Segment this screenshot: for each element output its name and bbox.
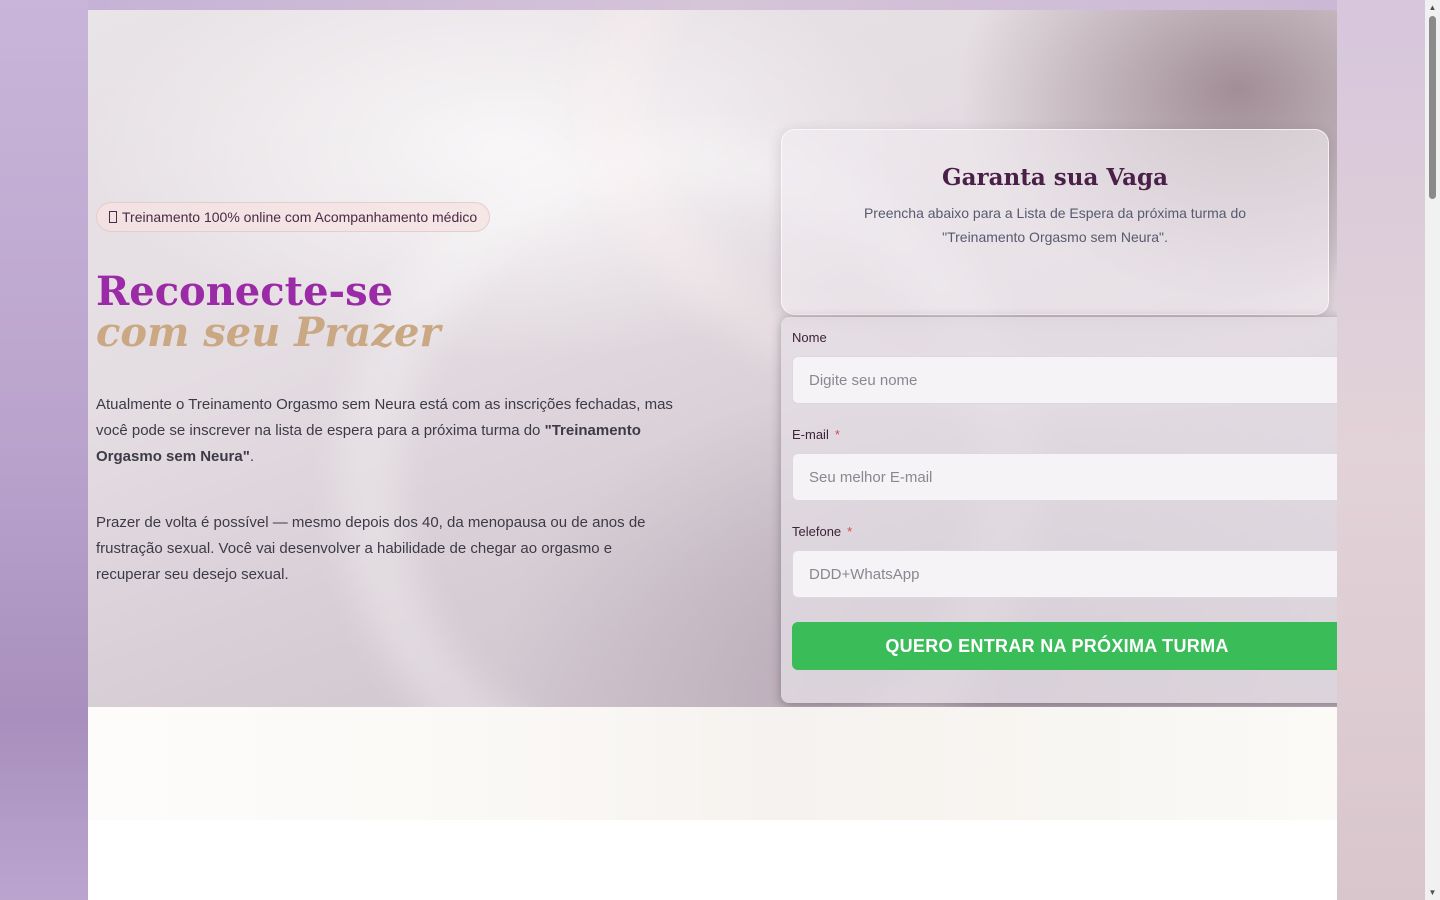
phone-label-text: Telefone <box>792 524 842 539</box>
page-background-right <box>1337 0 1425 900</box>
name-field[interactable] <box>792 356 1337 404</box>
signup-card-subtitle: Preencha abaixo para a Lista de Espera d… <box>863 205 1247 245</box>
signup-card-header: Garanta sua Vaga Preencha abaixo para a … <box>781 129 1329 315</box>
email-label-text: E-mail <box>792 427 829 442</box>
paragraph-end: . <box>249 448 255 465</box>
hero-title-line2: com seu Prazer <box>96 309 441 356</box>
email-field[interactable] <box>792 453 1337 501</box>
page-background-top <box>88 0 1337 10</box>
section-divider-strip <box>88 707 1337 820</box>
email-field-label: E-mail * <box>792 427 840 442</box>
required-asterisk: * <box>847 524 853 539</box>
badge-text: Treinamento 100% online com Acompanhamen… <box>122 209 478 225</box>
name-field-label: Nome <box>792 330 827 345</box>
required-asterisk: * <box>834 427 840 442</box>
signup-card-title: Garanta sua Vaga <box>941 164 1169 191</box>
online-training-badge: Treinamento 100% online com Acompanhamen… <box>96 202 491 232</box>
next-section <box>88 820 1337 900</box>
scroll-up-arrow-icon[interactable]: ▲ <box>1425 0 1440 15</box>
waitlist-form: Nome E-mail * Telefone * QUERO ENTRAR NA P… <box>781 317 1337 703</box>
phone-field[interactable] <box>792 550 1337 598</box>
vertical-scrollbar[interactable]: ▲ ▼ <box>1425 0 1440 900</box>
scroll-down-arrow-icon[interactable]: ▼ <box>1425 885 1440 900</box>
badge-icon <box>109 211 117 223</box>
hero-section: Treinamento 100% online com Acompanhamen… <box>88 10 1337 707</box>
scrollbar-thumb[interactable] <box>1429 16 1436 199</box>
hero-paragraph-benefits: Prazer de volta é possível — mesmo depoi… <box>96 514 646 583</box>
hero-paragraph-waitlist: Atualmente o Treinamento Orgasmo sem Neu… <box>96 392 696 470</box>
phone-field-label: Telefone * <box>792 524 852 539</box>
name-label-text: Nome <box>792 330 827 345</box>
join-next-class-button[interactable]: QUERO ENTRAR NA PRÓXIMA TURMA <box>792 622 1337 670</box>
page-background-left <box>0 0 88 900</box>
